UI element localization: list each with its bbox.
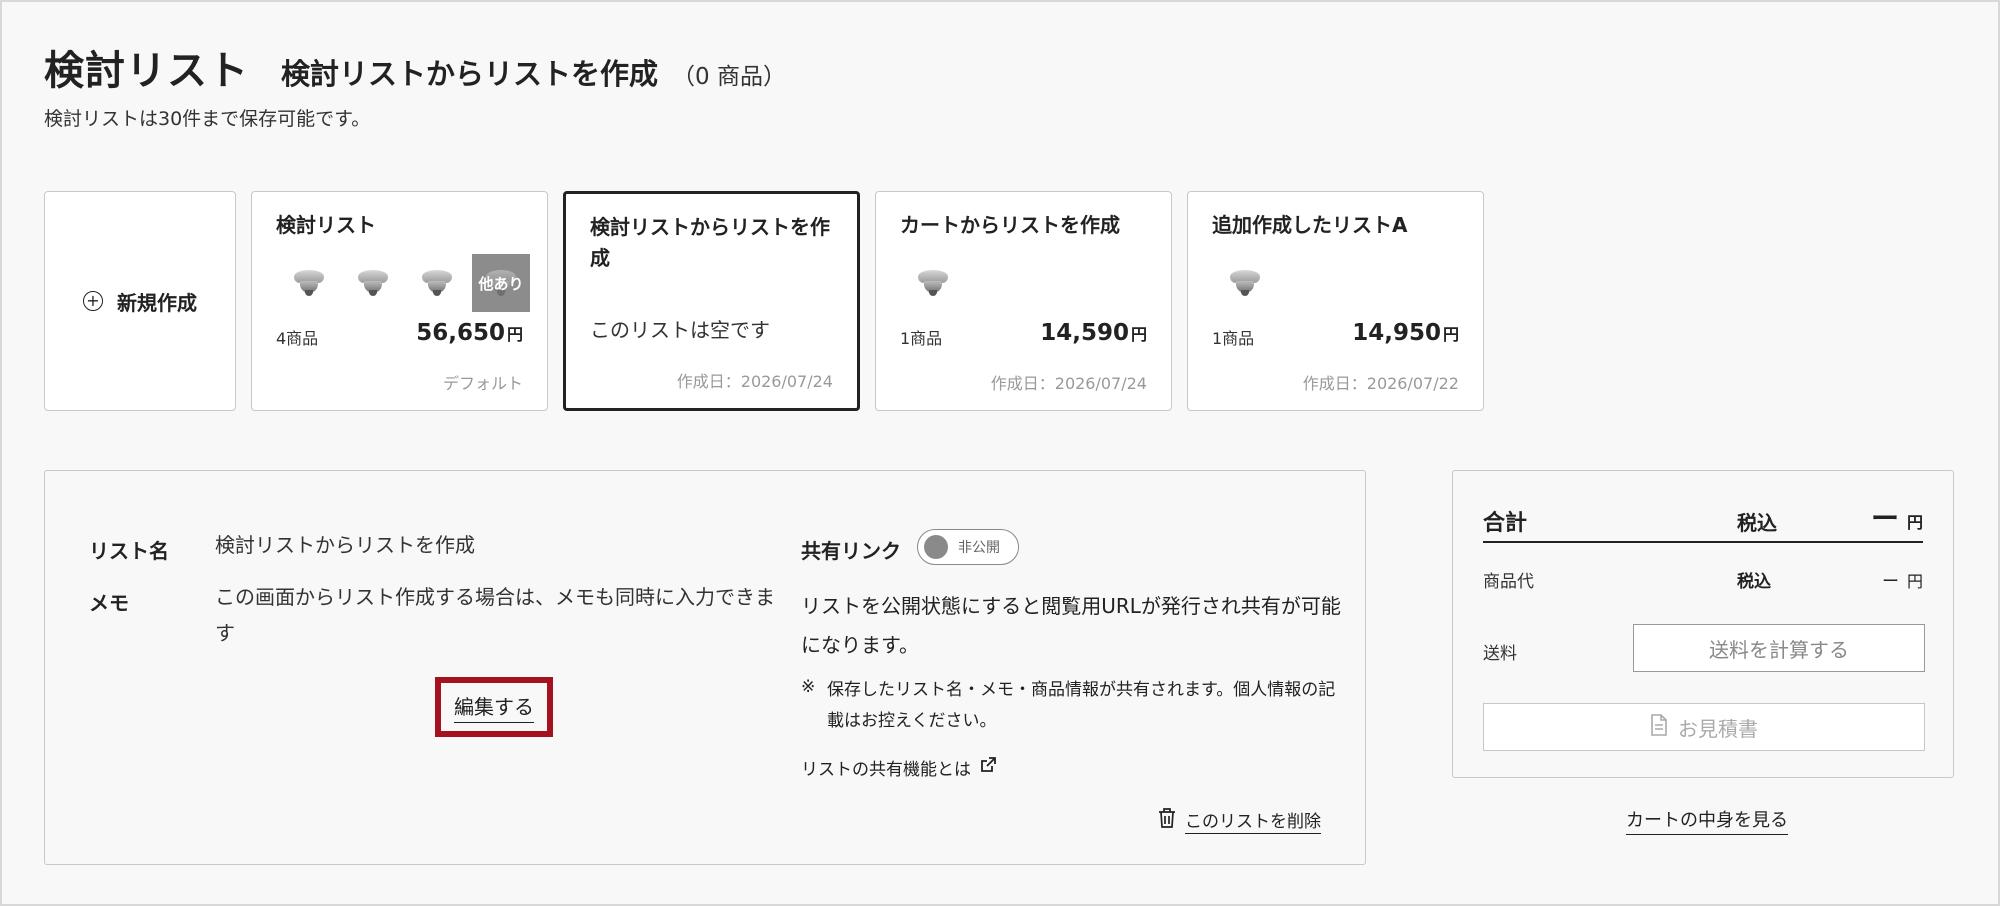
list-card-name: 検討リスト (276, 213, 376, 237)
share-link-label: 共有リンク (801, 539, 901, 563)
empty-list-text: このリストは空です (590, 318, 770, 342)
list-card[interactable]: 追加作成したリストA 1商品 14,950 円 作成日：2026/07/22 (1187, 191, 1484, 411)
yen-unit: 円 (1906, 572, 1923, 591)
current-list-title: 検討リストからリストを作成 (281, 57, 659, 91)
product-thumbnails: 他あり (280, 254, 536, 312)
list-card-name: カートからリストを作成 (900, 213, 1120, 237)
list-card[interactable]: カートからリストを作成 1商品 14,590 円 作成日：2026/07/24 (875, 191, 1172, 411)
delete-list-label: このリストを削除 (1185, 807, 1321, 834)
plus-circle-icon: + (83, 291, 103, 311)
product-cost-value: ー円 (1882, 567, 1923, 592)
document-icon (1650, 713, 1668, 741)
product-thumbnails (904, 254, 968, 312)
more-products-thumbnail: 他あり (472, 254, 530, 312)
quote-button[interactable]: お見積書 (1483, 703, 1925, 751)
delete-list-link[interactable]: このリストを削除 (1157, 807, 1321, 834)
product-thumbnail (280, 254, 338, 312)
product-tax-label: 税込 (1737, 572, 1771, 592)
list-card-price: 14,950 円 (1352, 320, 1459, 346)
memo-label: メモ (89, 591, 129, 615)
list-card-name: 検討リストからリストを作成 (590, 215, 830, 270)
total-value: ー円 (1871, 497, 1923, 537)
price-value: 56,650 (416, 320, 505, 346)
share-description: リストを公開状態にすると閲覧用URLが発行され共有が可能になります。 (801, 594, 1341, 657)
trash-icon (1157, 807, 1177, 834)
yen-unit: 円 (1442, 325, 1459, 344)
list-name-value: 検討リストからリストを作成 (215, 533, 475, 557)
item-count: （0 商品） (672, 64, 786, 90)
list-card-price: 56,650 円 (416, 320, 523, 346)
total-row: 合計 税込 ー円 (1483, 501, 1923, 543)
page-header: 検討リスト 検討リストからリストを作成 （0 商品） (44, 38, 786, 96)
product-thumbnail (408, 254, 466, 312)
list-card[interactable]: 検討リスト 他あり 4商品 56,650 円 デフォルト (251, 191, 548, 411)
list-card-count: 1商品 (900, 329, 943, 348)
list-card-selected[interactable]: 検討リストからリストを作成 このリストは空です 作成日：2026/07/24 (563, 191, 860, 411)
share-help-label: リストの共有機能とは (801, 760, 971, 780)
product-thumbnail (344, 254, 402, 312)
note-mark: ※ (801, 677, 816, 697)
quote-button-label: お見積書 (1678, 716, 1758, 741)
view-cart-link[interactable]: カートの中身を見る (1626, 806, 1788, 835)
product-thumbnail (1216, 254, 1274, 312)
yen-unit: 円 (506, 325, 523, 344)
edit-highlight: 編集する (435, 677, 553, 737)
list-card-footer: 作成日：2026/07/24 (990, 374, 1147, 393)
list-card-name: 追加作成したリストA (1212, 213, 1408, 237)
share-toggle[interactable]: 非公開 (917, 529, 1019, 565)
product-amount: ー (1881, 572, 1899, 592)
price-value: 14,950 (1352, 320, 1441, 346)
price-value: 14,590 (1040, 320, 1129, 346)
calculate-shipping-button[interactable]: 送料を計算する (1633, 624, 1925, 672)
product-thumbnails (1216, 254, 1280, 312)
product-cost-label: 商品代 (1483, 572, 1534, 592)
external-link-icon (979, 756, 997, 779)
product-thumbnail (904, 254, 962, 312)
more-products-label: 他あり (478, 274, 524, 293)
share-note: 保存したリスト名・メモ・商品情報が共有されます。個人情報の記載はお控えください。 (827, 680, 1336, 731)
yen-unit: 円 (1906, 513, 1923, 532)
list-details-panel: リスト名 検討リストからリストを作成 メモ この画面からリスト作成する場合は、メ… (44, 470, 1366, 865)
page-subtitle: 検討リストは30件まで保存可能です。 (44, 108, 371, 130)
toggle-knob (924, 535, 948, 559)
new-list-label: 新規作成 (117, 290, 197, 315)
edit-link[interactable]: 編集する (454, 691, 534, 723)
total-amount: ー (1870, 502, 1899, 535)
new-list-card[interactable]: + 新規作成 (44, 191, 236, 411)
list-card-footer: 作成日：2026/07/22 (1302, 374, 1459, 393)
list-card-footer: デフォルト (442, 374, 523, 393)
toggle-state-text: 非公開 (958, 540, 1000, 556)
list-name-label: リスト名 (89, 539, 169, 563)
total-label: 合計 (1483, 511, 1528, 536)
list-card-price: 14,590 円 (1040, 320, 1147, 346)
yen-unit: 円 (1130, 325, 1147, 344)
list-card-count: 4商品 (276, 329, 319, 348)
shipping-label: 送料 (1483, 644, 1517, 664)
total-tax-label: 税込 (1737, 511, 1777, 535)
share-help-link[interactable]: リストの共有機能とは (801, 755, 997, 780)
list-card-footer: 作成日：2026/07/24 (676, 372, 833, 391)
memo-value: この画面からリスト作成する場合は、メモも同時に入力できます (215, 585, 775, 645)
page-title: 検討リスト (44, 48, 249, 94)
order-summary: 合計 税込 ー円 商品代 税込 ー円 送料 送料を計算する お見積書 (1452, 470, 1954, 778)
list-card-count: 1商品 (1212, 329, 1255, 348)
